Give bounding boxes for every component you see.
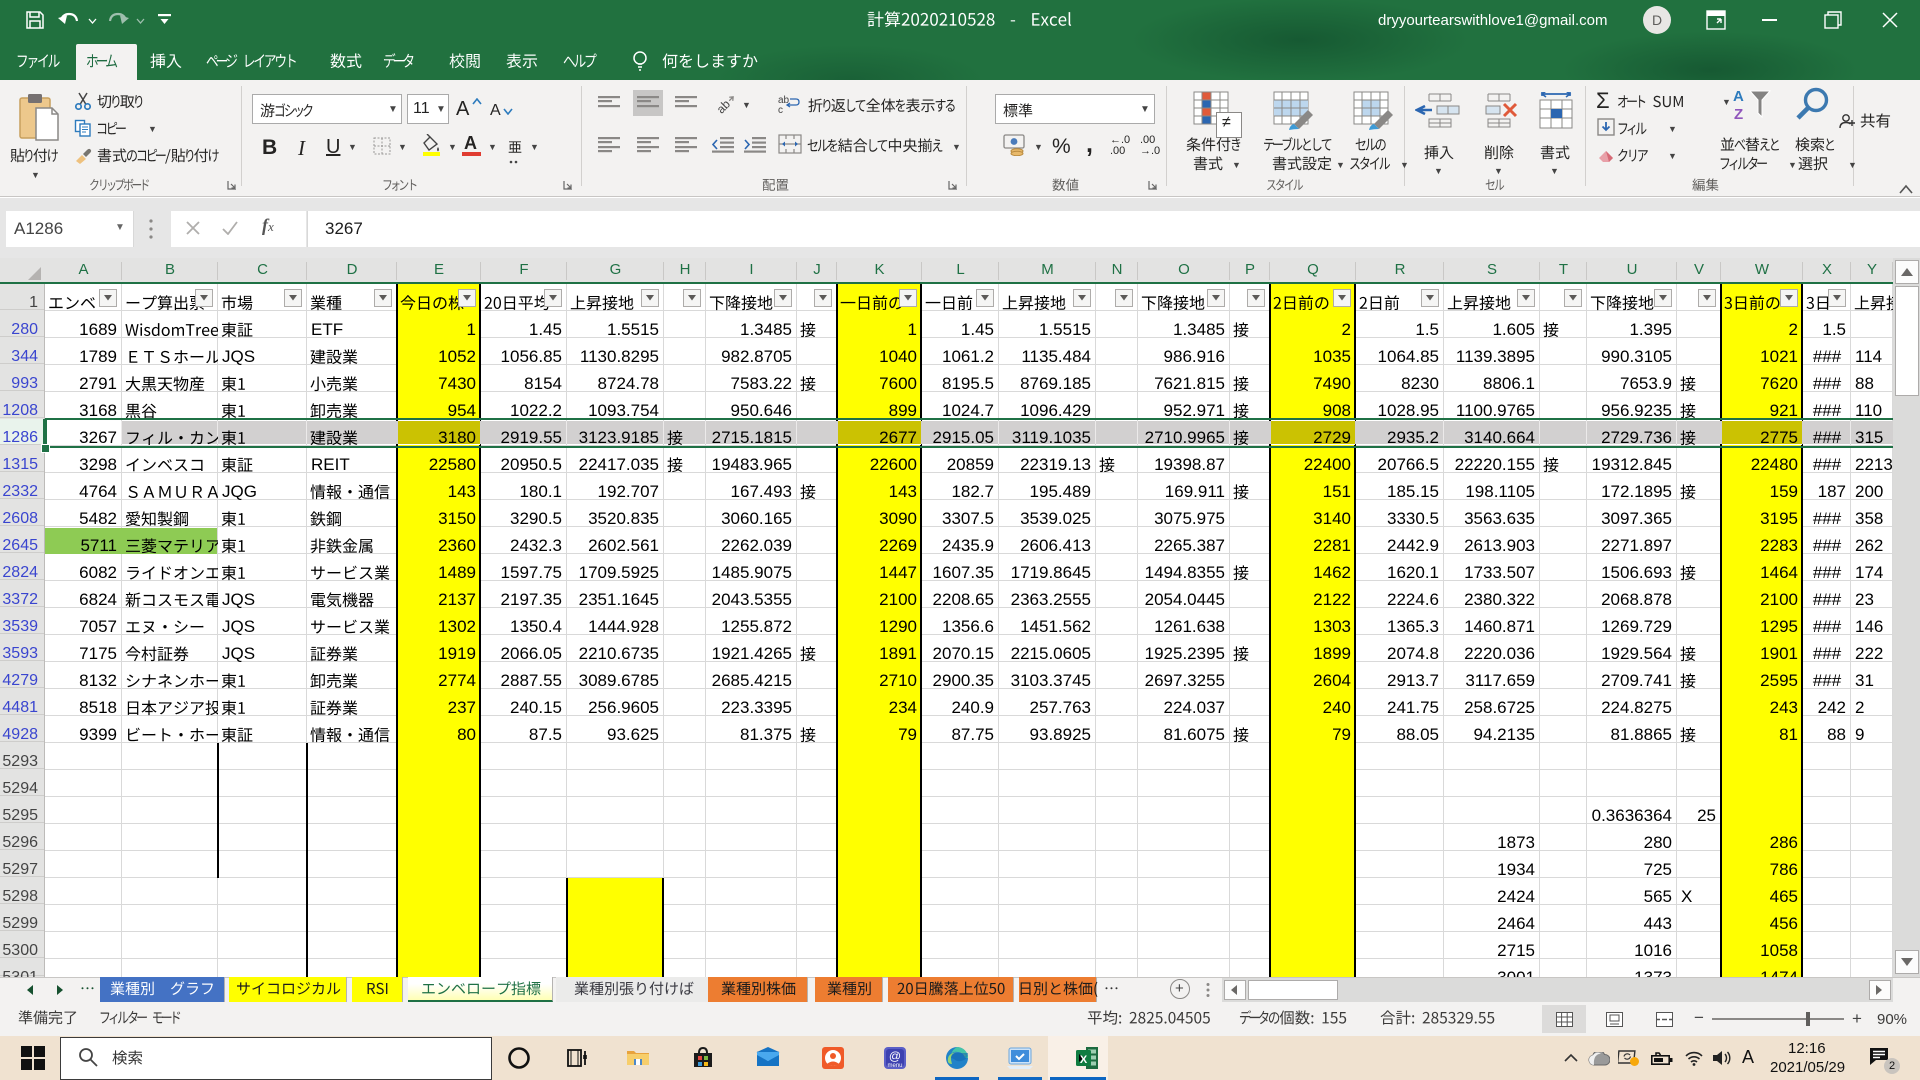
svg-text:X: X [1080,1054,1088,1066]
svg-text:c: c [778,105,783,114]
svg-text:@: @ [889,1049,901,1063]
svg-text:menu: menu [887,1063,902,1069]
